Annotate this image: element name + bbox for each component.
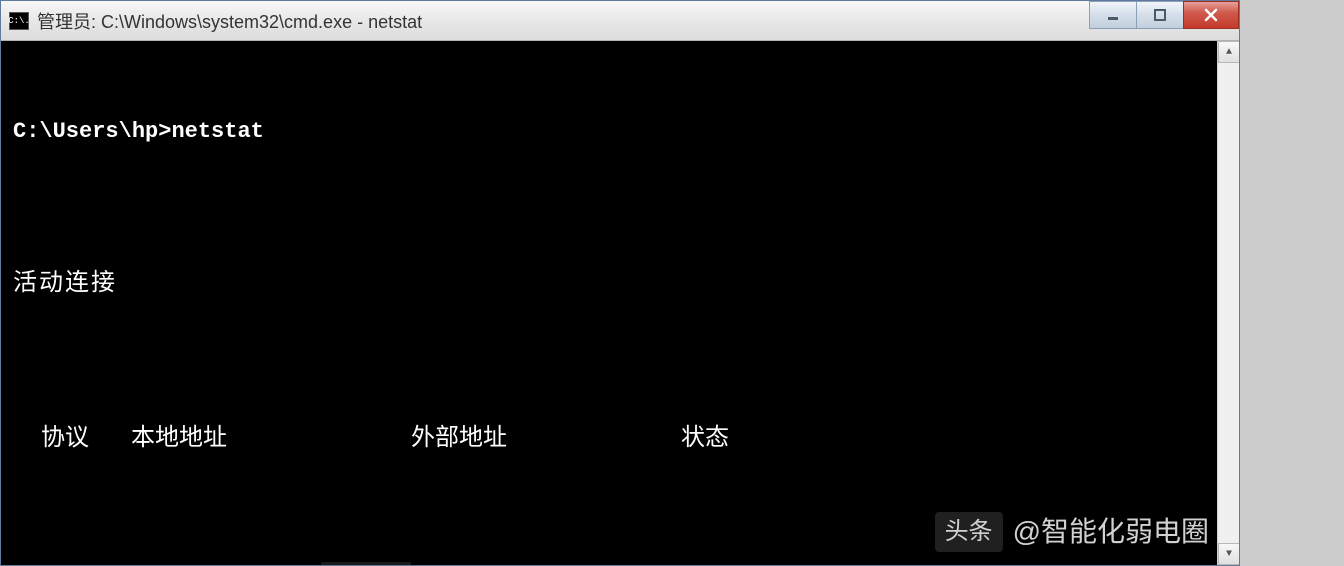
cmd-window: C:\. 管理员: C:\Windows\system32\cmd.exe - …	[0, 0, 1240, 566]
scroll-up-icon[interactable]: ▲	[1218, 41, 1239, 63]
prompt-text: C:\Users\hp>	[13, 119, 171, 144]
header-protocol: 协议	[41, 420, 131, 456]
local-address-value: 192.168.3.3:	[151, 563, 321, 565]
prompt-line: C:\Users\hp>netstat	[13, 115, 1227, 148]
watermark: 头条 @智能化弱电圈	[935, 511, 1209, 553]
window-controls	[1090, 1, 1239, 29]
window-title: 管理员: C:\Windows\system32\cmd.exe - netst…	[37, 8, 422, 34]
scroll-down-icon[interactable]: ▼	[1218, 543, 1239, 565]
close-button[interactable]	[1183, 1, 1239, 29]
table-row: TCP 192.168.3.3: opentrackr:http CLOSE_W…	[13, 559, 1227, 565]
scrollbar[interactable]: ▲ ▼	[1217, 41, 1239, 565]
maximize-button[interactable]	[1136, 1, 1184, 29]
cell-state: CLOSE_WAIT	[831, 559, 1031, 565]
command-text: netstat	[171, 119, 263, 144]
header-foreign-address: 外部地址	[411, 420, 681, 456]
header-local-address: 本地地址	[131, 420, 411, 456]
section-title: 活动连接	[13, 265, 1227, 301]
header-state: 状态	[681, 420, 861, 456]
terminal-area[interactable]: C:\Users\hp>netstat 活动连接 协议 本地地址 外部地址 状态…	[1, 41, 1239, 565]
titlebar[interactable]: C:\. 管理员: C:\Windows\system32\cmd.exe - …	[1, 1, 1239, 41]
cell-protocol: TCP	[41, 559, 151, 565]
minimize-button[interactable]	[1089, 1, 1137, 29]
column-headers: 协议 本地地址 外部地址 状态	[13, 420, 1227, 456]
watermark-handle: @智能化弱电圈	[1013, 511, 1209, 553]
cell-local-address: 192.168.3.3:	[151, 559, 481, 565]
watermark-label: 头条	[935, 512, 1003, 552]
cell-foreign-address: opentrackr:http	[481, 559, 831, 565]
cmd-icon: C:\.	[9, 12, 29, 30]
redacted-port	[321, 562, 411, 565]
